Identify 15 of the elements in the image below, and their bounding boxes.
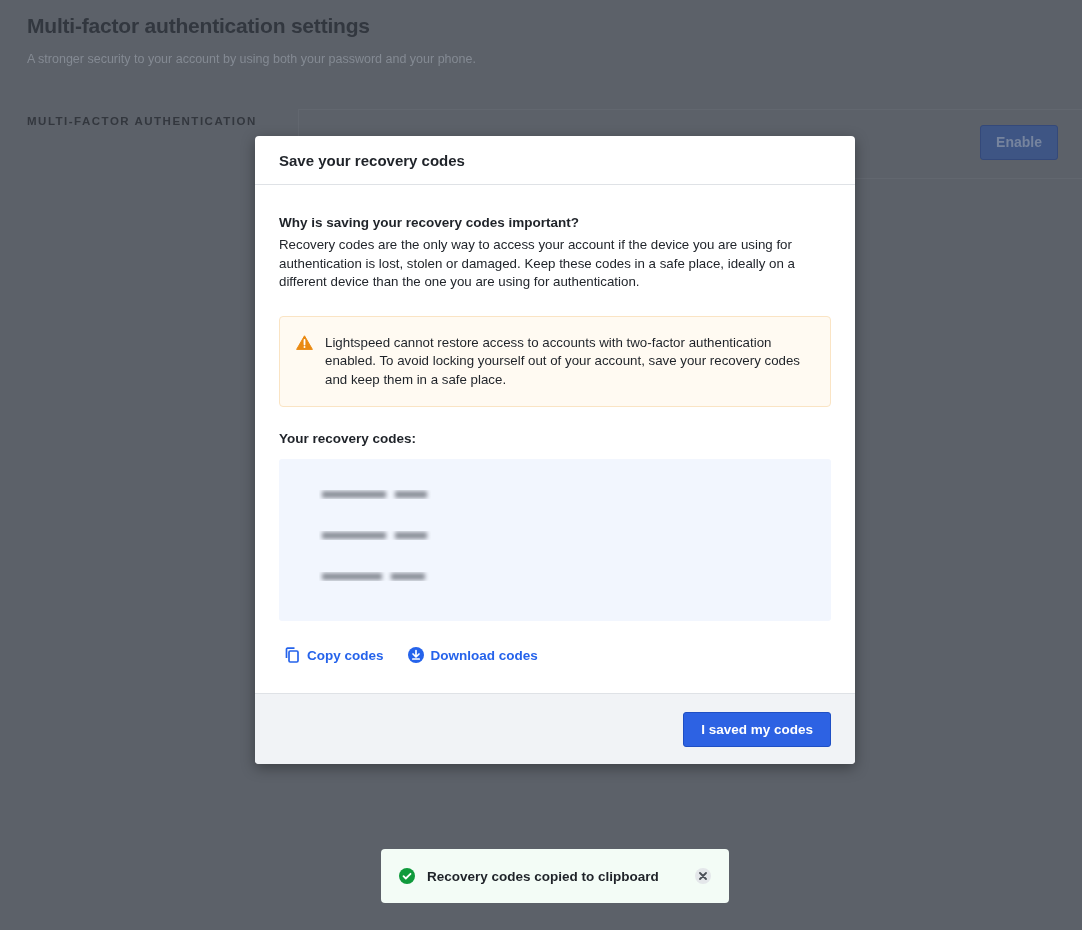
download-icon (407, 647, 424, 663)
saved-codes-button[interactable]: I saved my codes (683, 711, 831, 747)
copy-icon (285, 647, 300, 663)
success-check-icon (399, 868, 415, 884)
warning-text: Lightspeed cannot restore access to accounts with two-factor authentication enabled. To avoid locking yourself out of your account, save your recovery codes and keep them in a safe place. (325, 333, 802, 389)
warning-icon (296, 334, 313, 350)
explanation-text: Recovery codes are the only way to access your account if the device you are using for authentication is lost, stolen or damaged. Keep these codes in a safe place, ideally on a different device than the one you are using for authentication. (279, 236, 796, 291)
dialog-title: Save your recovery codes (279, 151, 465, 169)
close-icon (699, 872, 707, 880)
download-codes-link[interactable]: Download codes (407, 647, 538, 663)
close-button[interactable] (695, 868, 711, 884)
section-heading: Why is saving your recovery codes important? (279, 215, 581, 230)
toast-message: Recovery codes copied to clipboard (427, 868, 660, 884)
codes-label: Your recovery codes: (279, 431, 418, 446)
copy-codes-link[interactable]: Copy codes (285, 647, 384, 663)
